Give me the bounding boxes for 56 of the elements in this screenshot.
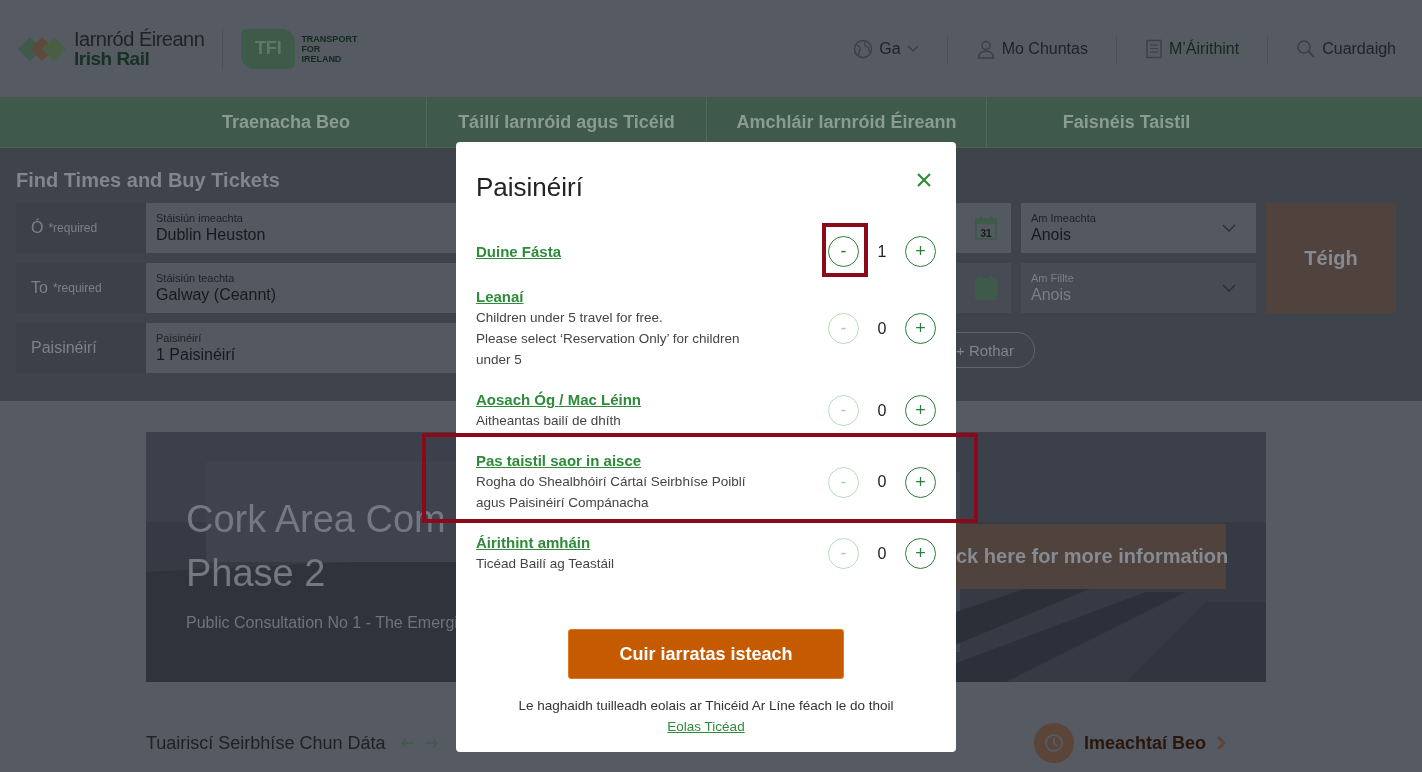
increase-button[interactable]: + [905,466,936,498]
passenger-type-link[interactable]: Leanaí [476,287,776,307]
chevron-down-icon [906,44,919,53]
passenger-count: 0 [876,544,888,563]
section-heading: Tuairiscí Seirbhíse Chun Dáta [146,732,386,754]
live-updates-link[interactable]: Imeachtaí Beo [1033,723,1226,763]
passenger-count: 0 [876,319,888,338]
increase-button[interactable]: + [905,313,936,344]
nav-item[interactable]: Traenacha Beo [146,97,426,147]
document-icon [1144,38,1163,59]
passenger-count: 1 [876,242,888,261]
tfi-text: IRELAND [301,53,343,64]
banner-title: Phase 2 [186,551,327,596]
header-link[interactable]: Cuardaigh [1296,38,1396,59]
passenger-type-note: Rogha do Shealbhóirí Cártaí Seirbhíse Poiblí agus Paisinéirí Compánacha [476,473,747,512]
person-icon [975,38,996,59]
decrease-button[interactable]: - [828,236,859,267]
passenger-count: 0 [876,401,888,420]
ticket-info-link[interactable]: Eolas Ticéad [667,719,745,734]
passenger-count: 0 [876,473,888,491]
section-title: Find Times and Buy Tickets [16,168,280,192]
header-link[interactable]: M’Áirithint [1144,38,1240,59]
tfi-text: TRANSPORT [301,33,358,44]
info-note: Le haghaidh tuilleadh eolais ar Thicéid Ar Líne féach le do thoil Eolas Ticéad [517,697,895,736]
passenger-type-note: Ticéad Bailí ag Teastáil [476,555,616,573]
passenger-type-link[interactable]: Aosach Óg / Mac Léinn [476,390,776,410]
calendar-icon: 31 [975,216,997,240]
passenger-type-link[interactable]: Áirithint amháin [476,533,776,553]
passenger-type-note: Aitheantas bailí de dhíth [476,412,622,430]
chevron-down-icon [1222,284,1236,292]
search-icon [1296,38,1317,59]
chevron-right-icon [1216,735,1226,751]
increase-button[interactable]: + [905,395,936,426]
close-icon [917,173,931,187]
globe-icon [853,38,874,59]
header-link[interactable]: Mo Chuntas [975,38,1088,59]
field-label: Paisinéirí [31,339,97,357]
increase-button[interactable]: + [905,236,936,267]
time-select[interactable]: Am Imeachta Anois [1021,203,1256,253]
clock-icon [1033,723,1074,763]
increase-button[interactable]: + [905,538,936,569]
tfi-text: FOR [301,43,322,54]
brand-name: Irish Rail [74,48,151,68]
chevron-down-icon [1222,224,1236,232]
brand-name: Iarnród Éireann [74,29,205,49]
required-note: *required [48,221,98,235]
field-label: To [31,279,48,297]
passenger-type-link[interactable]: Pas taistil saor in aisce [476,451,776,471]
go-button[interactable]: Téigh [1266,203,1396,313]
field-label: Ó [31,219,44,237]
nav-item[interactable]: Faisnéis Taistil [986,97,1266,147]
passenger-type-link[interactable]: Duine Fásta [476,241,776,262]
header-link[interactable]: Ga [853,38,919,59]
dialog-title: Paisinéirí [476,171,583,203]
required-note: *required [52,281,102,295]
submit-button[interactable]: Cuir iarratas isteach [568,629,844,679]
